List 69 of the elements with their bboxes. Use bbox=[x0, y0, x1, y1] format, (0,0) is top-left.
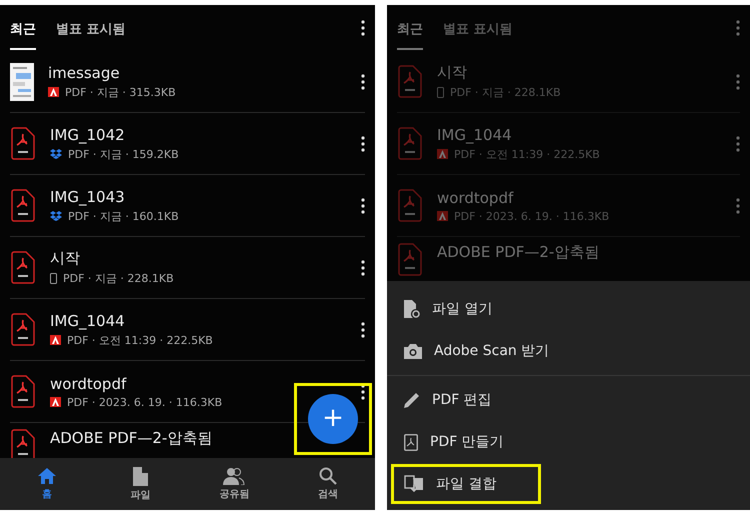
more-icon[interactable] bbox=[361, 20, 365, 36]
phone-icon bbox=[50, 273, 57, 284]
search-icon bbox=[319, 467, 338, 485]
file-icon bbox=[133, 466, 148, 486]
tab[interactable]: 별표 표시됨 bbox=[56, 6, 126, 50]
menu-item[interactable]: PDF 만들기 bbox=[391, 422, 746, 462]
phone-icon bbox=[437, 87, 444, 98]
file-name: 시작 bbox=[50, 249, 81, 268]
combine-files-icon bbox=[404, 475, 424, 493]
file-name: IMG_1044 bbox=[437, 126, 513, 144]
file-details: PDF · 2023. 6. 19. · 116.3KB bbox=[67, 396, 222, 408]
file-details: PDF · 지금 · 315.3KB bbox=[65, 84, 176, 100]
acrobat-icon bbox=[437, 211, 448, 221]
pdf-file-icon bbox=[10, 126, 36, 160]
file-name: IMG_1044 bbox=[50, 312, 126, 330]
file-details: PDF · 지금 · 228.1KB bbox=[450, 85, 561, 100]
file-name: IMG_1042 bbox=[50, 126, 126, 144]
menu-item[interactable]: PDF 편집 bbox=[391, 380, 746, 420]
file-details: PDF · 지금 · 160.1KB bbox=[68, 208, 179, 224]
pdf-file-icon bbox=[10, 188, 36, 222]
more-icon[interactable] bbox=[361, 136, 365, 152]
file-name: ADOBE PDF—2-압축됨 bbox=[50, 429, 214, 448]
dropbox-icon bbox=[50, 149, 62, 159]
menu-item[interactable]: 파일 열기 bbox=[391, 289, 746, 329]
more-icon[interactable] bbox=[361, 322, 365, 338]
add-button[interactable]: + bbox=[308, 394, 358, 444]
tab[interactable]: 최근 bbox=[10, 6, 36, 50]
file-name: imessage bbox=[48, 64, 121, 82]
pdf-file-icon bbox=[10, 429, 36, 458]
pdf-file-icon bbox=[397, 64, 423, 98]
document-thumbnail bbox=[10, 62, 34, 100]
file-details: PDF · 2023. 6. 19. · 116.3KB bbox=[454, 210, 610, 222]
pdf-file-icon bbox=[397, 126, 423, 160]
more-icon[interactable] bbox=[361, 384, 365, 400]
nav-tab[interactable]: 파일 bbox=[94, 458, 188, 510]
acrobat-icon bbox=[50, 335, 61, 345]
pdf-file-icon bbox=[10, 312, 36, 346]
camera-icon bbox=[404, 344, 422, 358]
people-icon bbox=[223, 467, 246, 485]
dropbox-icon bbox=[50, 211, 62, 221]
acrobat-icon bbox=[48, 87, 59, 97]
more-icon[interactable] bbox=[361, 74, 365, 90]
acrobat-icon bbox=[437, 149, 448, 159]
file-details: PDF · 지금 · 228.1KB bbox=[63, 271, 174, 286]
file-details: PDF · 오전 11:39 · 222.5KB bbox=[67, 332, 213, 348]
more-icon[interactable] bbox=[361, 198, 365, 214]
file-details: PDF · 지금 · 159.2KB bbox=[68, 146, 179, 162]
file-name: wordtopdf bbox=[437, 188, 514, 206]
more-icon[interactable] bbox=[361, 260, 365, 276]
menu-item[interactable]: 파일 결합 bbox=[391, 464, 541, 504]
nav-tab[interactable]: 검색 bbox=[281, 458, 375, 510]
pdf-file-icon bbox=[404, 434, 418, 450]
pdf-file-icon bbox=[10, 374, 36, 408]
home-icon bbox=[36, 467, 57, 485]
tab[interactable]: 최근 bbox=[397, 6, 423, 50]
nav-tab[interactable]: 홈 bbox=[0, 458, 94, 510]
file-open-icon bbox=[404, 300, 420, 318]
file-name: IMG_1043 bbox=[50, 188, 126, 206]
nav-tab[interactable]: 공유됨 bbox=[188, 458, 282, 510]
pdf-file-icon bbox=[397, 243, 423, 277]
file-details: PDF · 오전 11:39 · 222.5KB bbox=[454, 146, 600, 162]
file-name: wordtopdf bbox=[50, 374, 128, 392]
pdf-file-icon bbox=[10, 250, 36, 284]
pdf-file-icon bbox=[397, 188, 423, 222]
pencil-icon bbox=[404, 392, 420, 408]
menu-item[interactable]: Adobe Scan 받기 bbox=[391, 331, 746, 371]
file-name: 시작 bbox=[437, 63, 468, 82]
file-name: ADOBE PDF—2-압축됨 bbox=[437, 243, 600, 262]
acrobat-icon bbox=[50, 397, 61, 407]
